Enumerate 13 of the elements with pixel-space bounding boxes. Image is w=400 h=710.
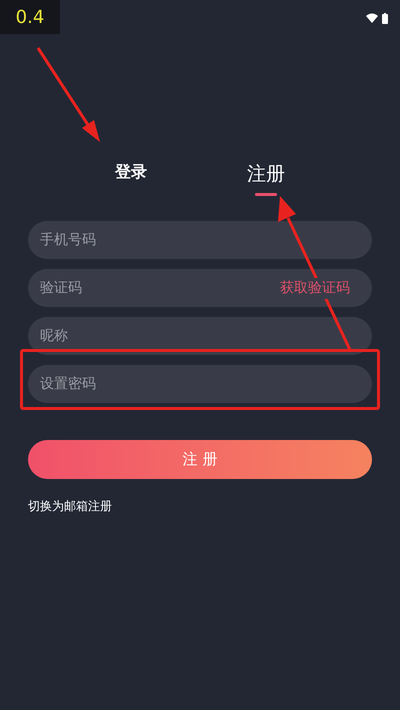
input-field[interactable]: 手机号码 (28, 221, 372, 259)
tab[interactable]: 登录 (115, 160, 147, 204)
text-input[interactable]: 昵称 (40, 326, 352, 346)
battery-icon (382, 12, 388, 24)
text-input[interactable]: 设置密码 (40, 374, 352, 394)
tab[interactable]: 注册 (247, 160, 285, 204)
input-field[interactable]: 设置密码 (28, 365, 372, 403)
wifi-icon (366, 13, 378, 23)
switch-email-link[interactable]: 切换为邮箱注册 (28, 497, 112, 515)
text-input[interactable]: 手机号码 (40, 230, 352, 250)
text-input[interactable]: 验证码 (40, 278, 278, 298)
input-field[interactable]: 昵称 (28, 317, 372, 355)
speed-badge: 0.4 (0, 0, 60, 34)
